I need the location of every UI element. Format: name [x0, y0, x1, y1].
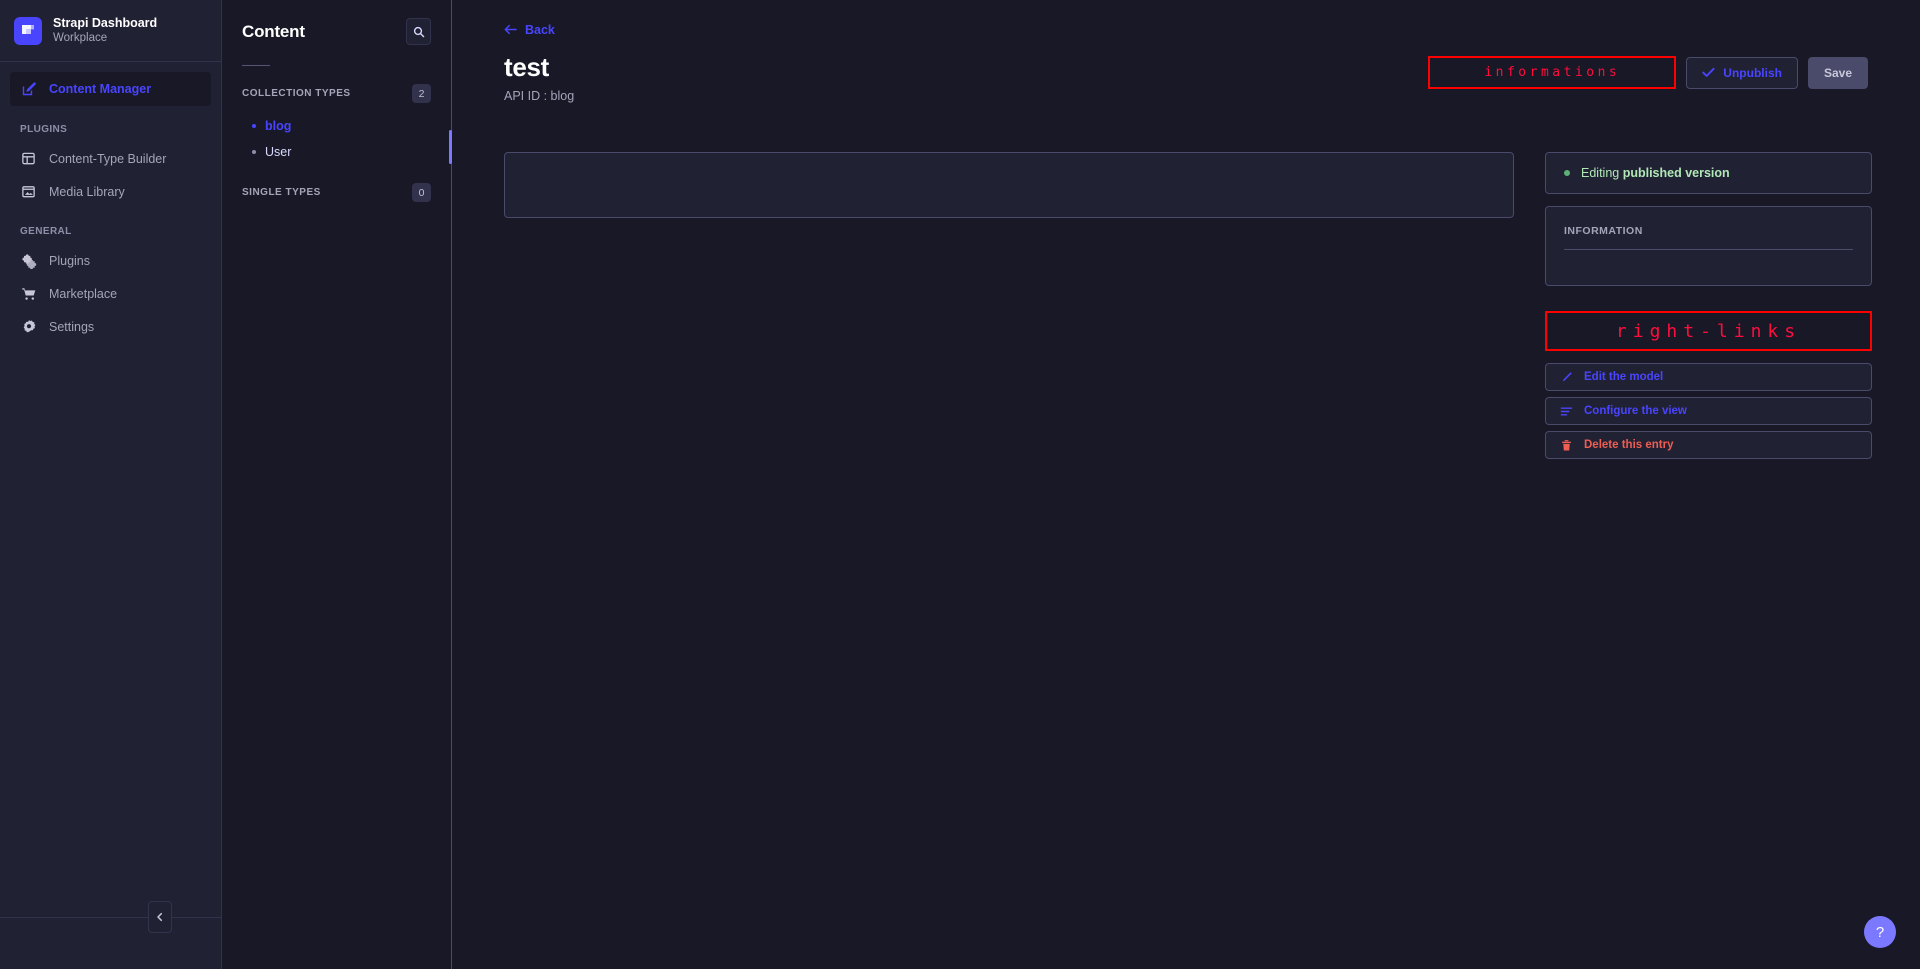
status-dot-icon [1564, 170, 1570, 176]
sidebar-item-label: Settings [49, 319, 95, 334]
collection-type-label: blog [265, 119, 292, 133]
trash-icon [1560, 439, 1573, 452]
nav-section-plugins-list: Content-Type Builder Media Library [0, 142, 221, 208]
delete-this-entry-link[interactable]: Delete this entry [1545, 431, 1872, 459]
header-actions: informations Unpublish Save [1428, 56, 1868, 89]
brand-subtitle: Workplace [53, 31, 108, 44]
content-panel-title: Content [242, 21, 305, 41]
nav-section-general-list: Plugins Marketplace Settings [0, 244, 221, 343]
sidebar-item-label: Content Manager [49, 82, 152, 96]
main-content: Back test API ID : blog informations Unp… [452, 0, 1920, 969]
left-navigation: Strapi Dashboard Workplace Content Manag… [0, 0, 222, 969]
edit-the-model-link[interactable]: Edit the model [1545, 363, 1872, 391]
back-link[interactable]: Back [504, 23, 555, 37]
nav-primary-group: Content Manager [0, 62, 221, 106]
sidebar-item-label: Marketplace [49, 286, 118, 301]
brand-title: Strapi Dashboard [53, 16, 158, 31]
check-icon [1702, 67, 1715, 78]
puzzle-icon [20, 252, 37, 269]
sidebar-collapse-button[interactable] [148, 901, 172, 933]
right-column: Editing published version INFORMATION ri… [1545, 152, 1872, 459]
collection-type-item-user[interactable]: User [222, 139, 451, 165]
arrow-left-icon [504, 24, 517, 35]
bullet-icon [252, 150, 256, 154]
link-label: Configure the view [1584, 405, 1687, 417]
unpublish-label: Unpublish [1723, 65, 1782, 80]
status-prefix: Editing [1581, 166, 1623, 180]
sidebar-item-media-library[interactable]: Media Library [10, 175, 211, 208]
sidebar-item-label: Content-Type Builder [49, 151, 167, 166]
leftnav-divider [0, 917, 221, 918]
status-text: Editing published version [1581, 166, 1730, 180]
sidebar-item-label: Plugins [49, 253, 90, 268]
bullet-icon [252, 124, 256, 128]
content-panel: Content COLLECTION TYPES 2 blog User SIN… [222, 0, 452, 969]
entry-form-card [504, 152, 1514, 218]
single-types-label: SINGLE TYPES [242, 187, 321, 198]
unpublish-button[interactable]: Unpublish [1686, 56, 1798, 89]
sidebar-item-plugins[interactable]: Plugins [10, 244, 211, 277]
status-strong: published version [1622, 166, 1730, 180]
brand-header[interactable]: Strapi Dashboard Workplace [0, 0, 221, 62]
sidebar-item-content-manager[interactable]: Content Manager [10, 72, 211, 106]
configure-the-view-link[interactable]: Configure the view [1545, 397, 1872, 425]
sliders-icon [1560, 405, 1573, 418]
single-types-header: SINGLE TYPES 0 [222, 165, 451, 202]
collection-types-header: COLLECTION TYPES 2 [222, 66, 451, 103]
collection-types-list: blog User [222, 103, 451, 165]
collection-type-label: User [265, 145, 292, 159]
help-button[interactable]: ? [1864, 916, 1896, 948]
layout-icon [20, 150, 37, 167]
sidebar-item-settings[interactable]: Settings [10, 310, 211, 343]
save-label: Save [1823, 65, 1852, 80]
app-root: Strapi Dashboard Workplace Content Manag… [0, 0, 1920, 969]
information-label: INFORMATION [1564, 225, 1643, 237]
information-divider [1564, 249, 1853, 250]
collection-types-label: COLLECTION TYPES [242, 88, 351, 99]
pencil-icon [1560, 371, 1573, 384]
search-icon [413, 26, 425, 38]
sidebar-item-marketplace[interactable]: Marketplace [10, 277, 211, 310]
link-label: Delete this entry [1584, 439, 1674, 451]
save-button[interactable]: Save [1807, 56, 1868, 89]
collection-type-item-blog[interactable]: blog [222, 113, 451, 139]
information-panel: INFORMATION [1545, 206, 1872, 286]
pen-square-icon [20, 81, 37, 98]
link-label: Edit the model [1584, 371, 1664, 383]
right-links-list: Edit the model Configure the view Delete… [1545, 357, 1872, 459]
search-button[interactable] [406, 18, 431, 45]
strapi-logo-icon [14, 16, 42, 45]
question-mark-icon: ? [1875, 923, 1885, 941]
shopping-cart-icon [20, 285, 37, 302]
annotation-informations: informations [1428, 56, 1677, 89]
nav-section-plugins-label: PLUGINS [20, 124, 68, 135]
nav-section-general-label: GENERAL [20, 226, 72, 237]
sidebar-item-content-type-builder[interactable]: Content-Type Builder [10, 142, 211, 175]
back-label: Back [525, 22, 555, 37]
status-panel: Editing published version [1545, 152, 1872, 194]
collection-types-count: 2 [412, 84, 431, 103]
image-icon [20, 183, 37, 200]
annotation-right-links: right-links [1545, 311, 1872, 351]
gear-icon [20, 318, 37, 335]
page-subtitle: API ID : blog [504, 89, 575, 103]
sidebar-item-label: Media Library [49, 184, 125, 199]
chevron-left-icon [155, 912, 165, 922]
single-types-count: 0 [412, 183, 431, 202]
content-panel-header: Content [222, 0, 451, 45]
